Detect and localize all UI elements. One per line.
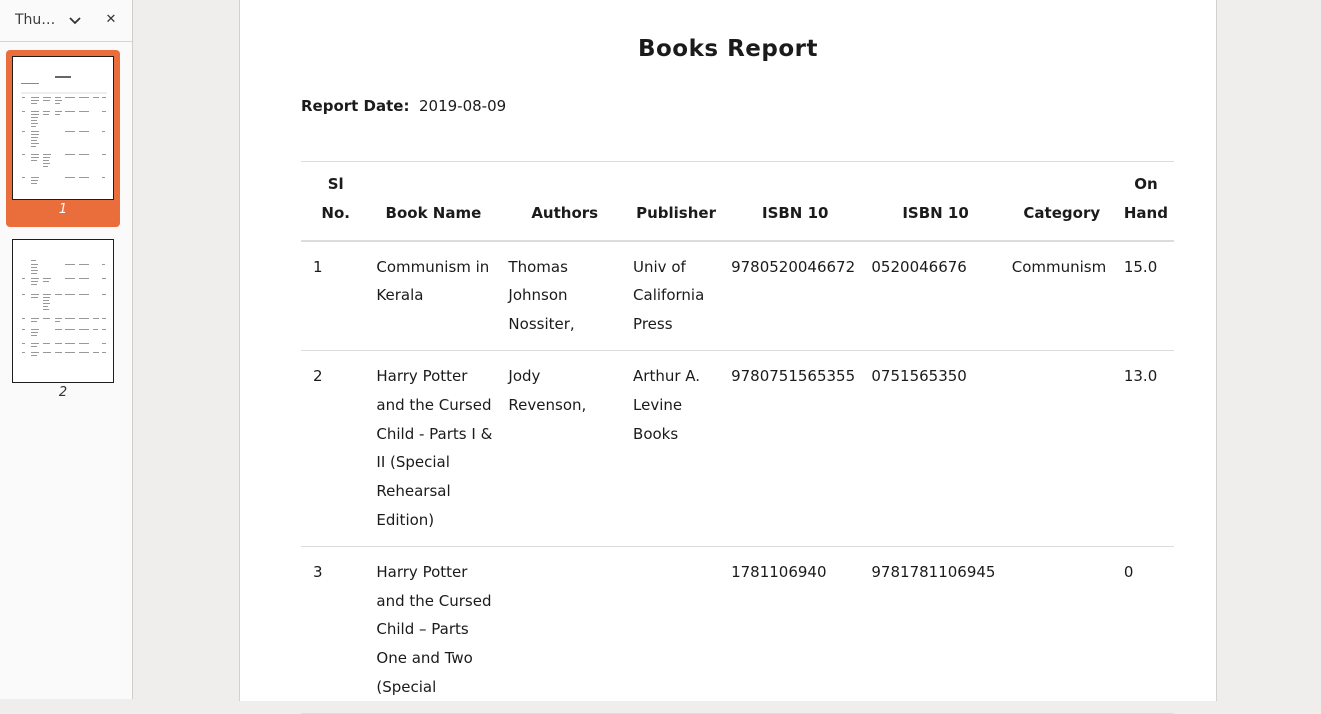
table-cell	[627, 546, 726, 714]
chevron-down-icon[interactable]	[67, 12, 83, 28]
table-cell: Thomas Johnson Nossiter,	[502, 240, 628, 351]
table-cell: 9780751565355	[725, 350, 866, 547]
table-cell: 15.0	[1117, 240, 1174, 351]
report-date-label: Report Date:	[301, 97, 410, 115]
table-cell: 9781781106945	[865, 546, 1006, 714]
table-header-row: Sl No. Book Name Authors Publisher ISBN …	[301, 160, 1174, 242]
table-cell: 1	[301, 240, 365, 351]
thumbnail-sidebar: Thu… ✕ 1 2	[0, 0, 133, 699]
thumbnail-page-number: 2	[58, 385, 68, 400]
table-cell	[1005, 546, 1118, 714]
table-cell: 0520046676	[865, 240, 1006, 351]
table-cell	[502, 546, 628, 714]
table-cell: Univ of California Press	[627, 240, 726, 351]
column-header: Book Name	[364, 160, 503, 242]
table-cell: 1781106940	[725, 546, 866, 714]
column-header: On Hand	[1117, 160, 1174, 242]
table-cell: Communism in Kerala	[364, 240, 503, 351]
column-header: Publisher	[627, 160, 726, 242]
table-cell: 3	[301, 546, 365, 714]
thumbnail-page-2[interactable]: 2	[6, 233, 120, 405]
table-cell: 2	[301, 350, 365, 547]
table-cell: 0751565350	[865, 350, 1006, 547]
books-table: Sl No. Book Name Authors Publisher ISBN …	[301, 160, 1174, 714]
sidebar-title: Thu…	[15, 12, 56, 28]
page-thumbnail-image	[12, 239, 114, 383]
close-icon[interactable]: ✕	[104, 10, 118, 30]
column-header: Category	[1005, 160, 1118, 242]
sidebar-header: Thu… ✕	[0, 0, 132, 42]
thumbnail-page-number: 1	[58, 202, 68, 217]
document-page: Books Report Report Date: 2019-08-09 Sl …	[239, 0, 1217, 714]
page-thumbnail-image	[12, 56, 114, 200]
table-row: 1 Communism in Kerala Thomas Johnson Nos…	[301, 240, 1174, 351]
table-cell	[1005, 350, 1118, 547]
report-title: Books Report	[637, 36, 819, 62]
table-cell: 9780520046672	[725, 240, 866, 351]
thumbnail-page-1[interactable]: 1	[6, 50, 120, 227]
column-header: Authors	[502, 160, 628, 242]
table-cell: Arthur A. Levine Books	[627, 350, 726, 547]
report-date-value: 2019-08-09	[419, 97, 507, 115]
table-cell: 13.0	[1117, 350, 1174, 547]
table-cell: Communism	[1005, 240, 1118, 351]
column-header: ISBN 10	[865, 160, 1006, 242]
table-cell: Harry Potter and the Cursed Child - Part…	[364, 350, 503, 547]
table-cell: Jody Revenson,	[502, 350, 628, 547]
column-header: Sl No.	[301, 160, 365, 242]
table-row: 3 Harry Potter and the Cursed Child – Pa…	[301, 546, 1174, 714]
table-row: 2 Harry Potter and the Cursed Child - Pa…	[301, 350, 1174, 547]
column-header: ISBN 10	[725, 160, 866, 242]
table-cell: 0	[1117, 546, 1174, 714]
table-cell: Harry Potter and the Cursed Child – Part…	[364, 546, 503, 714]
